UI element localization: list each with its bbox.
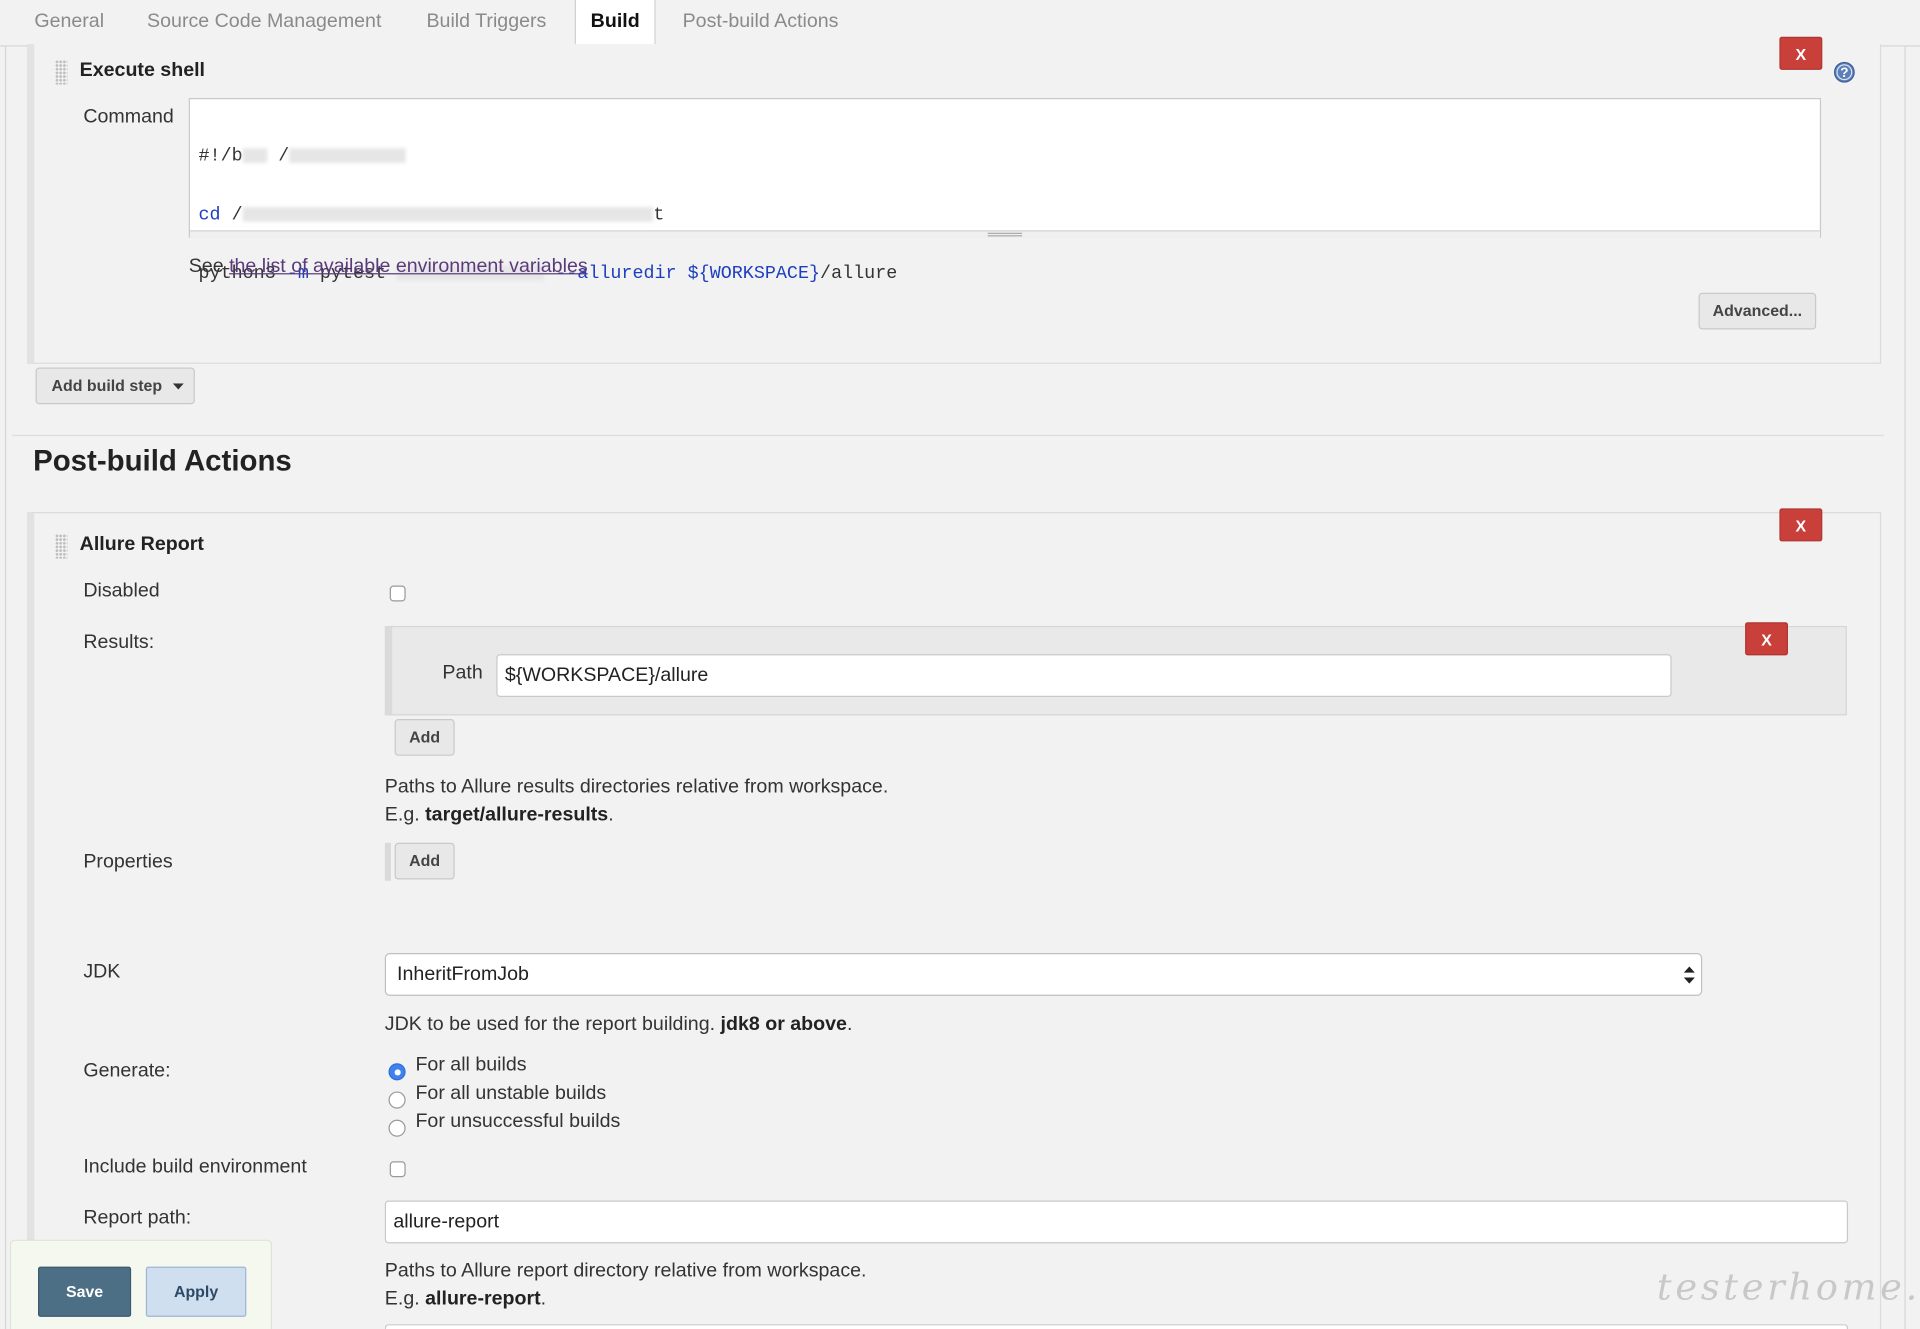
svg-text:?: ? (1840, 65, 1848, 80)
properties-label: Properties (83, 851, 173, 873)
jdk-label: JDK (83, 961, 121, 983)
radio-label-unsuccessful-builds[interactable]: For unsuccessful builds (415, 1111, 620, 1133)
jdk-help: JDK to be used for the report building. … (385, 1014, 853, 1036)
path-input[interactable]: ${WORKSPACE}/allure (496, 654, 1672, 698)
add-path-button[interactable]: Add (394, 719, 455, 756)
report-help-line1: Paths to Allure report directory relativ… (384, 1260, 867, 1282)
command-label: Command (83, 106, 174, 128)
command-textarea[interactable]: #!/b / cd / t python3 -m pytest --allured… (188, 97, 1822, 284)
delete-path-button[interactable]: X (1745, 622, 1788, 656)
tab-build[interactable]: Build (574, 0, 656, 47)
results-help-line1: Paths to Allure results directories rela… (384, 776, 889, 798)
results-help-line2: E.g. target/allure-results. (385, 805, 614, 827)
delete-execute-shell-button[interactable]: X (1779, 36, 1823, 70)
disabled-label: Disabled (83, 580, 160, 602)
disabled-checkbox[interactable] (389, 585, 406, 602)
radio-label-unstable-builds[interactable]: For all unstable builds (415, 1083, 606, 1105)
env-vars-hint: See the list of available environment va… (189, 256, 588, 278)
add-build-step-button[interactable]: Add build step (35, 367, 195, 405)
radio-for-unsuccessful-builds[interactable] (388, 1119, 406, 1137)
results-example-suffix: . (608, 804, 614, 826)
post-build-heading: Post-build Actions (33, 444, 292, 478)
report-path-input[interactable]: allure-report (384, 1200, 1849, 1244)
generate-label: Generate: (83, 1060, 171, 1082)
allure-report-title: Allure Report (79, 534, 204, 555)
tab-post-build-actions[interactable]: Post-build Actions (683, 0, 839, 45)
results-example-value: target/allure-results (425, 804, 609, 826)
tab-build-triggers[interactable]: Build Triggers (426, 0, 546, 45)
drag-handle-icon[interactable] (55, 534, 68, 559)
report-example-suffix: . (540, 1288, 547, 1310)
include-build-env-label: Include build environment (83, 1156, 307, 1178)
include-build-env-checkbox[interactable] (389, 1161, 406, 1178)
watermark: testerhome.com (1656, 1266, 1920, 1310)
textarea-resize-bar[interactable] (189, 230, 1820, 238)
results-example-prefix: E.g. (384, 804, 420, 826)
save-button[interactable]: Save (37, 1266, 132, 1317)
tab-source-code-management[interactable]: Source Code Management (147, 0, 381, 45)
add-build-step-label: Add build step (51, 376, 163, 395)
report-example-value: allure-report (425, 1288, 541, 1310)
tab-general[interactable]: General (34, 0, 104, 45)
jdk-selected-value: InheritFromJob (397, 963, 529, 985)
env-vars-link[interactable]: the list of available environment variab… (229, 256, 588, 277)
jdk-help-text: JDK to be used for the report building. (384, 1014, 716, 1036)
radio-for-all-unstable-builds[interactable] (388, 1091, 406, 1109)
add-property-button[interactable]: Add (394, 842, 455, 880)
results-label: Results: (83, 632, 155, 653)
report-example-prefix: E.g. (384, 1288, 420, 1310)
jdk-select[interactable]: InheritFromJob (384, 953, 1703, 996)
drag-handle-icon[interactable] (55, 60, 68, 85)
jdk-help-suffix: . (846, 1014, 853, 1036)
advanced-button[interactable]: Advanced... (1698, 292, 1817, 330)
apply-button[interactable]: Apply (145, 1266, 247, 1317)
section-divider (12, 434, 1884, 437)
help-icon[interactable]: ? (1833, 61, 1855, 83)
report-help-line2: E.g. allure-report. (385, 1289, 546, 1311)
jenkins-config-page: General Source Code Management Build Tri… (0, 0, 1920, 1329)
report-path-label: Report path: (83, 1207, 192, 1229)
next-field-edge (384, 1324, 1849, 1329)
jdk-help-requirement: jdk8 or above (720, 1014, 847, 1036)
radio-for-all-builds[interactable] (388, 1063, 406, 1081)
see-text: See (188, 256, 224, 277)
config-tab-bar: General Source Code Management Build Tri… (0, 0, 1920, 47)
execute-shell-title: Execute shell (79, 60, 206, 81)
delete-allure-report-button[interactable]: X (1779, 508, 1823, 542)
radio-label-all-builds[interactable]: For all builds (415, 1055, 526, 1077)
select-arrows-icon (1683, 966, 1695, 984)
properties-indent-bar (384, 842, 391, 881)
caret-down-icon (172, 383, 184, 390)
path-label: Path (442, 662, 483, 684)
